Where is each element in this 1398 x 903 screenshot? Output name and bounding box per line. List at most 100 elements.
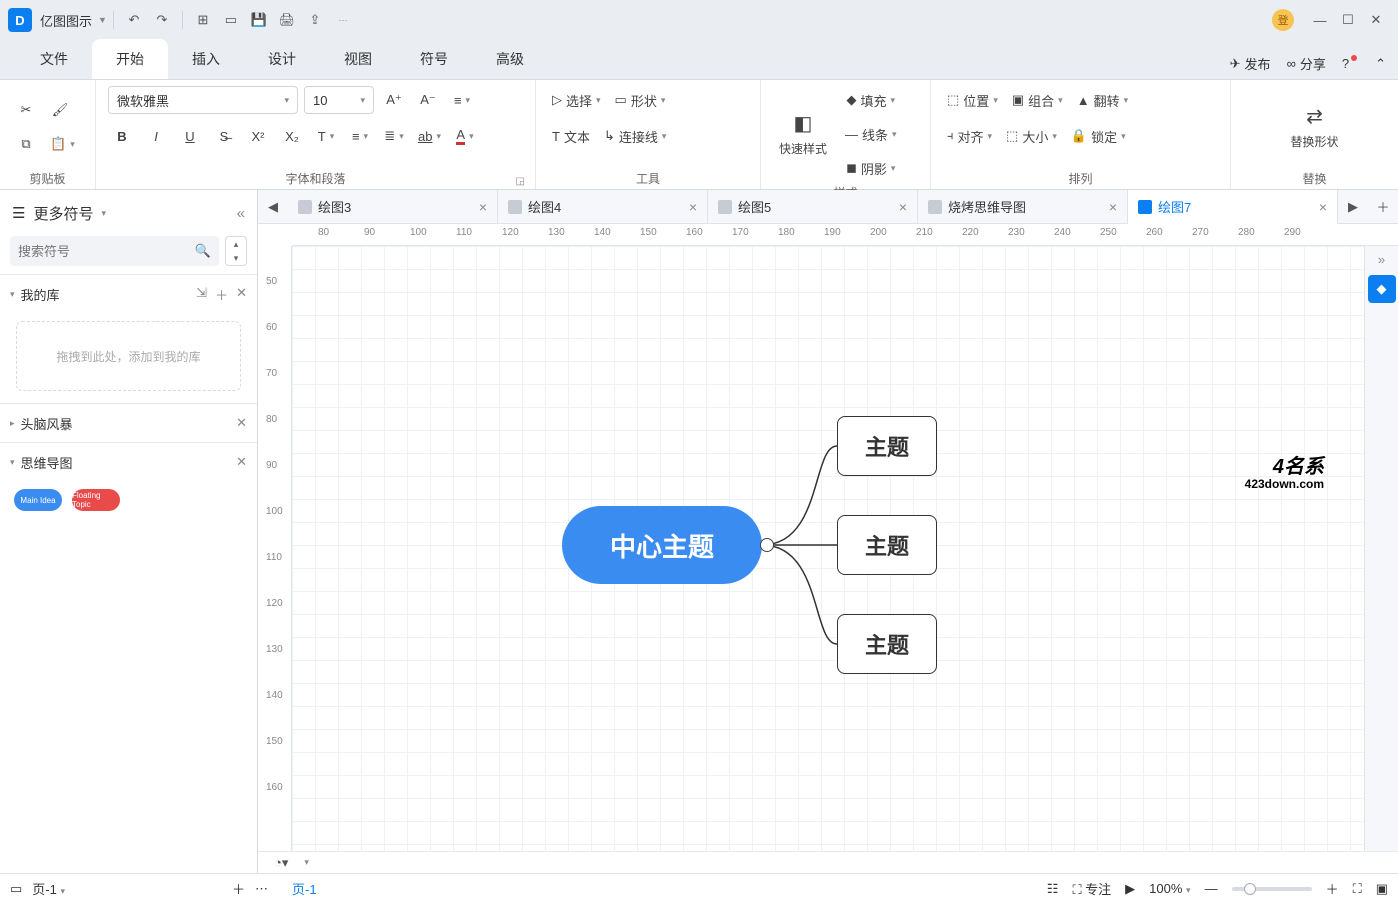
mindmap-thumb-float[interactable]: Floating Topic <box>72 489 120 511</box>
bold-icon[interactable]: B <box>108 122 136 150</box>
focus-mode-button[interactable]: ⛶ 专注 <box>1072 879 1111 898</box>
help-button[interactable]: ? <box>1342 56 1359 71</box>
tab-advanced[interactable]: 高级 <box>472 39 548 79</box>
font-color-icon[interactable]: A▾ <box>451 122 479 150</box>
canvas[interactable]: 中心主题 主题 主题 主题 4名系423down.com <box>292 246 1364 851</box>
zoom-in-icon[interactable]: ＋ <box>1326 879 1339 898</box>
scroll-down-icon[interactable]: ▾ <box>226 251 246 265</box>
subscript-icon[interactable]: X₂ <box>278 122 306 150</box>
italic-icon[interactable]: I <box>142 122 170 150</box>
section-mindmap[interactable]: ▾思维导图 ✕ <box>0 443 257 481</box>
active-page-label[interactable]: 页-1 <box>292 879 317 898</box>
collapse-sidebar-icon[interactable]: « <box>237 205 245 222</box>
sidebar-title-caret[interactable]: ▾ <box>101 208 106 219</box>
zoom-slider[interactable] <box>1232 887 1312 891</box>
undo-icon[interactable]: ↶ <box>120 6 148 34</box>
close-lib-icon[interactable]: ✕ <box>236 285 247 304</box>
case-icon[interactable]: T▾ <box>312 122 340 150</box>
tab-symbol[interactable]: 符号 <box>396 39 472 79</box>
tab-file[interactable]: 文件 <box>16 39 92 79</box>
present-icon[interactable]: ▶ <box>1125 881 1135 897</box>
tab-design[interactable]: 设计 <box>244 39 320 79</box>
section-brainstorm[interactable]: ▸头脑风暴 ✕ <box>0 404 257 442</box>
redo-icon[interactable]: ↷ <box>148 6 176 34</box>
zoom-value[interactable]: 100% ▾ <box>1149 881 1190 896</box>
user-avatar[interactable]: 登 <box>1272 9 1294 31</box>
section-mylib[interactable]: ▾我的库 ⇲＋✕ <box>0 275 257 313</box>
scroll-up-icon[interactable]: ▴ <box>226 237 246 251</box>
new-tab-icon[interactable]: ＋ <box>1368 190 1398 224</box>
mindmap-center-node[interactable]: 中心主题 <box>562 506 762 584</box>
font-decrease-icon[interactable]: A⁻ <box>414 86 442 114</box>
strike-icon[interactable]: S̶ <box>210 122 238 150</box>
page-selector[interactable]: 页-1 ▾ <box>32 879 65 898</box>
node-handle-icon[interactable] <box>760 538 774 552</box>
close-tab-icon[interactable]: × <box>1109 199 1117 215</box>
close-tab-icon[interactable]: × <box>689 199 697 215</box>
cut-icon[interactable]: ✂ <box>12 96 40 124</box>
position-button[interactable]: ⬚ 位置▾ <box>943 86 1002 114</box>
format-painter-icon[interactable]: 🖌 <box>46 96 74 124</box>
mindmap-subnode-3[interactable]: 主题 <box>837 614 937 674</box>
add-lib-icon[interactable]: ＋ <box>215 285 228 304</box>
fit-page-icon[interactable]: ⛶ <box>1353 881 1362 897</box>
mindmap-thumb-main[interactable]: Main Idea <box>14 489 62 511</box>
print-icon[interactable]: 🖨 <box>273 6 301 34</box>
collapse-ribbon-icon[interactable]: ⌃ <box>1375 56 1386 72</box>
doctab-3[interactable]: 烧烤思维导图× <box>918 190 1128 224</box>
align-icon[interactable]: ≡▾ <box>448 86 476 114</box>
underline-icon[interactable]: U <box>176 122 204 150</box>
close-brainstorm-icon[interactable]: ✕ <box>236 415 247 431</box>
font-dialog-launcher-icon[interactable]: ◲ <box>516 176 525 187</box>
mindmap-subnode-2[interactable]: 主题 <box>837 515 937 575</box>
format-panel-icon[interactable]: ◆ <box>1368 275 1396 303</box>
fill-button[interactable]: ◆ 填充▾ <box>841 86 901 114</box>
pages-panel-icon[interactable]: ▭ <box>10 881 22 897</box>
eyedropper-icon[interactable]: ◔▾ <box>274 855 288 871</box>
size-button[interactable]: ⬚ 大小▾ <box>1002 122 1061 150</box>
tab-insert[interactable]: 插入 <box>168 39 244 79</box>
window-close-icon[interactable]: ✕ <box>1362 6 1390 34</box>
align-button[interactable]: ⫞ 对齐▾ <box>943 122 996 150</box>
doctab-4[interactable]: 绘图7× <box>1128 190 1338 224</box>
close-tab-icon[interactable]: × <box>479 199 487 215</box>
add-page-icon[interactable]: ＋ <box>232 879 245 898</box>
export-lib-icon[interactable]: ⇲ <box>196 285 207 304</box>
new-file-icon[interactable]: ⊞ <box>189 6 217 34</box>
layers-icon[interactable]: ☷ <box>1047 881 1059 897</box>
tab-scroll-right-icon[interactable]: ▶ <box>1338 190 1368 224</box>
doctab-0[interactable]: 绘图3× <box>288 190 498 224</box>
share-button[interactable]: ∞分享 <box>1287 54 1326 73</box>
paste-icon[interactable]: 📋▾ <box>46 130 79 158</box>
expand-right-icon[interactable]: » <box>1378 252 1385 267</box>
tab-view[interactable]: 视图 <box>320 39 396 79</box>
qat-more-icon[interactable]: ⋯ <box>329 6 357 34</box>
doctab-1[interactable]: 绘图4× <box>498 190 708 224</box>
shadow-button[interactable]: ◼ 阴影▾ <box>841 154 901 182</box>
connector-tool[interactable]: ↳ 连接线▾ <box>600 122 670 150</box>
mylib-dropzone[interactable]: 拖拽到此处，添加到我的库 <box>16 321 241 391</box>
close-tab-icon[interactable]: × <box>1319 199 1327 215</box>
highlight-icon[interactable]: ab▾ <box>414 122 445 150</box>
select-tool[interactable]: ▷ 选择▾ <box>548 86 605 114</box>
quick-style-button[interactable]: ◧快速样式 <box>773 99 833 169</box>
group-button[interactable]: ▣ 组合▾ <box>1008 86 1067 114</box>
mindmap-subnode-1[interactable]: 主题 <box>837 416 937 476</box>
window-maximize-icon[interactable]: ☐ <box>1334 6 1362 34</box>
zoom-out-icon[interactable]: — <box>1205 881 1218 896</box>
more-colors-icon[interactable]: ▾ <box>304 857 309 868</box>
font-family-combo[interactable]: 微软雅黑▾ <box>108 86 298 114</box>
lock-button[interactable]: 🔒 锁定▾ <box>1067 122 1130 150</box>
tab-scroll-left-icon[interactable]: ◀ <box>258 190 288 224</box>
fullscreen-icon[interactable]: ▣ <box>1376 881 1388 897</box>
font-increase-icon[interactable]: A⁺ <box>380 86 408 114</box>
line-button[interactable]: — 线条▾ <box>841 120 901 148</box>
open-folder-icon[interactable]: ▭ <box>217 6 245 34</box>
save-icon[interactable]: 💾 <box>245 6 273 34</box>
replace-shape-button[interactable]: ⇄替换形状 <box>1285 92 1345 162</box>
search-icon[interactable]: 🔍 <box>195 243 211 259</box>
bullets-icon[interactable]: ≣▾ <box>380 122 408 150</box>
superscript-icon[interactable]: X² <box>244 122 272 150</box>
close-tab-icon[interactable]: × <box>899 199 907 215</box>
publish-button[interactable]: ✈发布 <box>1230 54 1271 73</box>
